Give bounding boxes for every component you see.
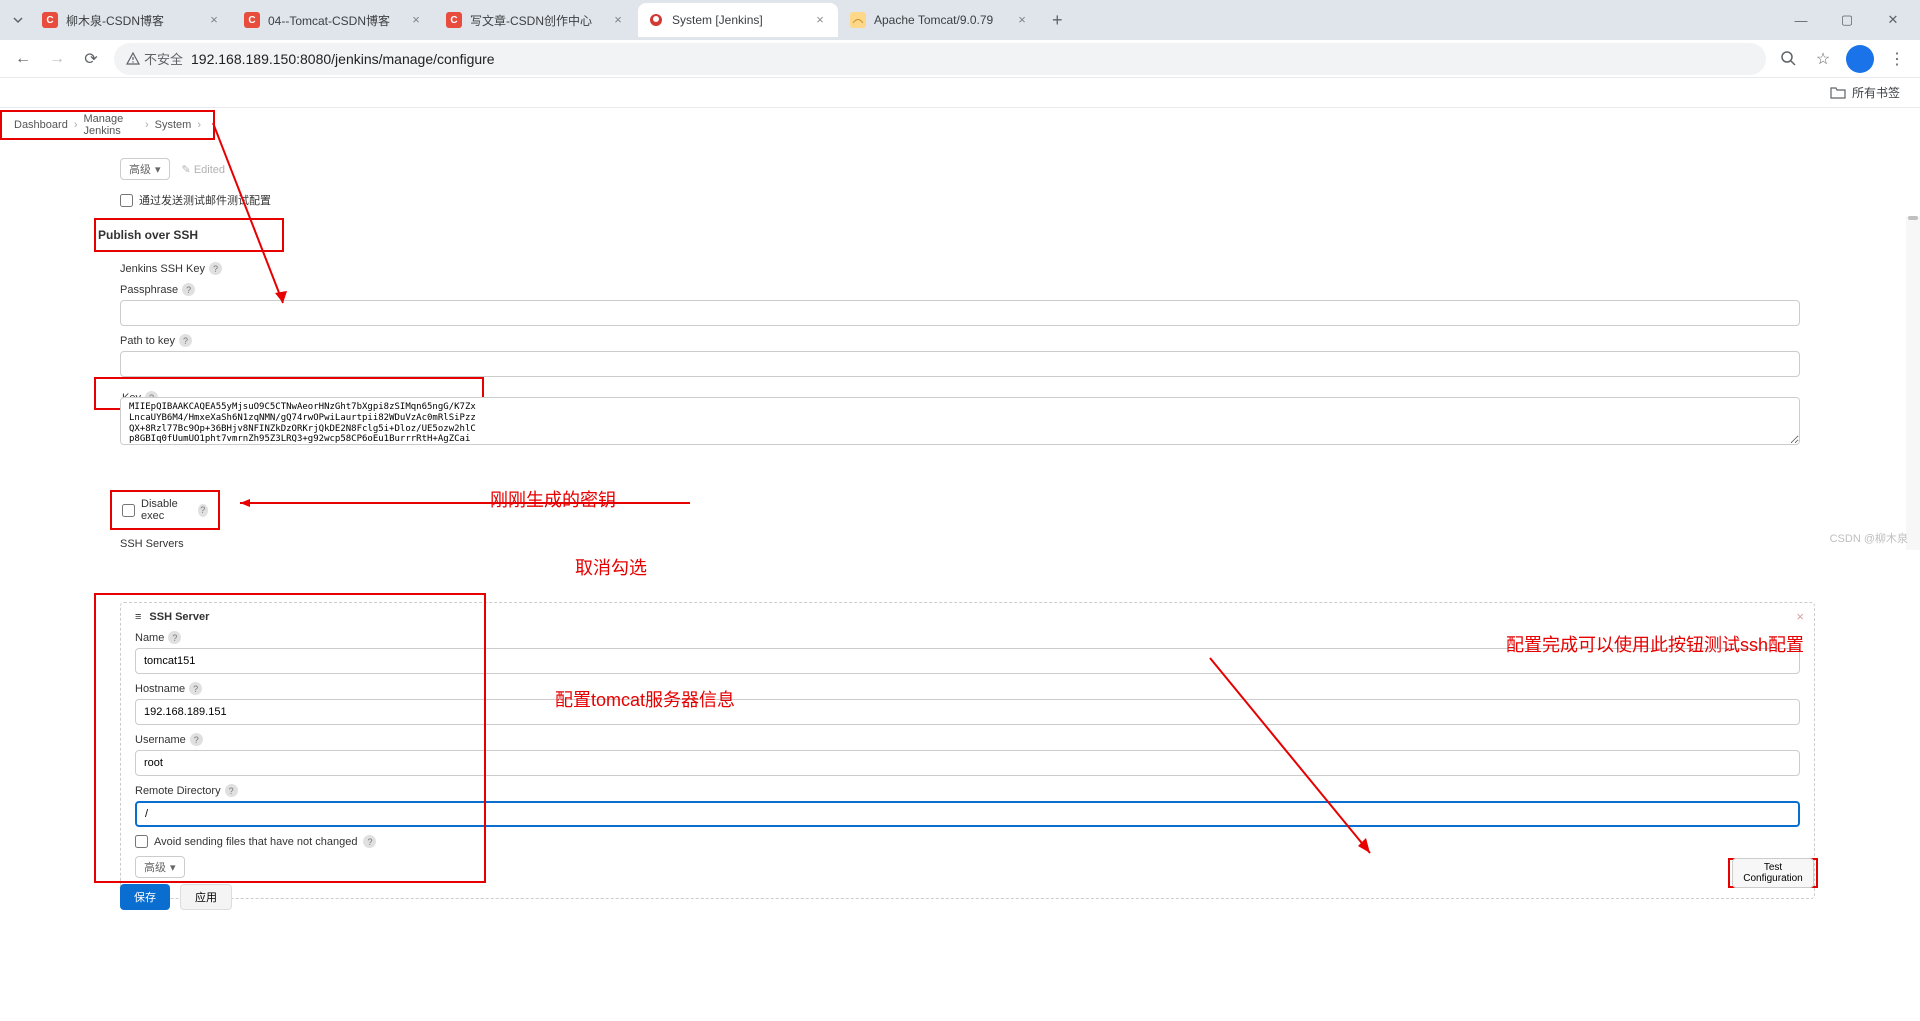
disable-exec-highlight: Disable exec ? [110,490,220,530]
bookmark-star-icon[interactable]: ☆ [1806,42,1840,76]
remove-server-icon[interactable]: × [1796,609,1804,624]
breadcrumb-dashboard[interactable]: Dashboard [14,119,68,131]
close-icon[interactable]: × [610,12,626,28]
disable-exec-label: Disable exec [141,498,192,522]
tab-title: 柳木泉-CSDN博客 [66,12,206,29]
reload-button[interactable]: ⟳ [74,42,108,76]
annotation-test-ssh: 配置完成可以使用此按钮测试ssh配置 [1506,631,1804,657]
annotation-cancel-check: 取消勾选 [575,554,647,580]
tab-title: 写文章-CSDN创作中心 [470,12,610,29]
hostname-input[interactable] [135,699,1800,725]
all-bookmarks-button[interactable]: 所有书签 [1830,84,1900,101]
forward-button[interactable]: → [40,42,74,76]
tab-title: Apache Tomcat/9.0.79 [874,13,1014,27]
address-bar: ← → ⟳ 不安全 192.168.189.150:8080/jenkins/m… [0,40,1920,78]
help-icon[interactable]: ? [190,733,203,746]
watermark: CSDN @柳木泉 [1830,530,1908,546]
annotation-tomcat-config: 配置tomcat服务器信息 [555,686,735,712]
breadcrumb-system[interactable]: System [155,119,192,131]
server-name-label: Name [135,632,164,644]
chevron-right-icon: › [197,119,201,131]
advanced-dropdown[interactable]: 高级 ▾ [120,158,170,180]
server-advanced-dropdown[interactable]: 高级 ▾ [135,856,185,878]
csdn-icon: C [244,12,260,28]
browser-menu-icon[interactable]: ⋮ [1880,42,1914,76]
minimize-button[interactable]: — [1778,3,1824,37]
help-icon[interactable]: ? [225,784,238,797]
tab-tomcat-blog[interactable]: C 04--Tomcat-CSDN博客 × [234,3,434,37]
back-button[interactable]: ← [6,42,40,76]
folder-icon [1830,85,1846,101]
tabs-dropdown-icon[interactable] [4,13,32,27]
tab-csdn-blog[interactable]: C 柳木泉-CSDN博客 × [32,3,232,37]
jenkins-ssh-key-label: Jenkins SSH Key ? [120,262,1800,275]
url-field[interactable]: 不安全 192.168.189.150:8080/jenkins/manage/… [114,43,1766,75]
csdn-icon: C [42,12,58,28]
disable-exec-checkbox[interactable] [122,504,135,517]
profile-avatar[interactable] [1846,45,1874,73]
tab-apache-tomcat[interactable]: Apache Tomcat/9.0.79 × [840,3,1040,37]
chevron-down-icon: ▾ [170,861,176,874]
new-tab-button[interactable]: + [1042,10,1073,31]
insecure-warning: 不安全 [126,49,183,68]
key-textarea[interactable] [120,397,1800,445]
chevron-down-icon: ▾ [155,163,161,176]
help-icon[interactable]: ? [179,334,192,347]
search-icon[interactable] [1772,42,1806,76]
close-icon[interactable]: × [206,12,222,28]
scrollbar[interactable] [1906,216,1920,550]
remote-directory-label: Remote Directory [135,785,221,797]
remote-directory-input[interactable] [135,801,1800,827]
username-label: Username [135,734,186,746]
help-icon[interactable]: ? [189,682,202,695]
close-icon[interactable]: × [1014,12,1030,28]
scrollbar-thumb[interactable] [1908,216,1918,220]
close-icon[interactable]: × [408,12,424,28]
close-icon[interactable]: × [812,12,828,28]
tomcat-icon [850,12,866,28]
tab-write-article[interactable]: C 写文章-CSDN创作中心 × [436,3,636,37]
help-icon[interactable]: ? [198,504,208,517]
ssh-server-heading: SSH Server [149,611,209,623]
path-to-key-input[interactable] [120,351,1800,377]
drag-handle-icon[interactable]: ≡ [135,611,141,623]
tab-jenkins-system[interactable]: System [Jenkins] × [638,3,838,37]
avoid-sending-checkbox[interactable] [135,835,148,848]
pencil-icon: ✎ [182,164,191,176]
csdn-icon: C [446,12,462,28]
browser-tab-bar: C 柳木泉-CSDN博客 × C 04--Tomcat-CSDN博客 × C 写… [0,0,1920,40]
apply-button[interactable]: 应用 [180,884,232,910]
breadcrumb: Dashboard › Manage Jenkins › System › [0,110,215,140]
username-input[interactable] [135,750,1800,776]
tab-title: 04--Tomcat-CSDN博客 [268,12,408,29]
help-icon[interactable]: ? [182,283,195,296]
test-config-highlight: Test Configuration [1728,858,1818,888]
bookmarks-bar: 所有书签 [0,78,1920,108]
avoid-sending-label: Avoid sending files that have not change… [154,836,357,848]
ssh-servers-label: SSH Servers [120,538,1800,550]
passphrase-input[interactable] [120,300,1800,326]
publish-over-ssh-header: Publish over SSH [94,218,284,252]
help-icon[interactable]: ? [168,631,181,644]
test-configuration-button[interactable]: Test Configuration [1732,858,1813,888]
tab-title: System [Jenkins] [672,13,812,27]
edited-label: ✎ Edited [182,163,225,176]
jenkins-icon [648,12,664,28]
test-email-label: 通过发送测试邮件测试配置 [139,192,271,208]
passphrase-label: Passphrase ? [120,283,1800,296]
chevron-right-icon: › [74,119,78,131]
test-email-checkbox[interactable] [120,194,133,207]
close-window-button[interactable]: ✕ [1870,3,1916,37]
annotation-arrow [230,498,690,508]
help-icon[interactable]: ? [209,262,222,275]
window-controls: — ▢ ✕ [1778,3,1916,37]
path-to-key-label: Path to key ? [120,334,1800,347]
maximize-button[interactable]: ▢ [1824,3,1870,37]
save-button[interactable]: 保存 [120,884,170,910]
chevron-right-icon: › [145,119,149,131]
breadcrumb-manage-jenkins[interactable]: Manage Jenkins [84,113,139,137]
hostname-label: Hostname [135,683,185,695]
url-text: 192.168.189.150:8080/jenkins/manage/conf… [191,51,495,67]
help-icon[interactable]: ? [363,835,376,848]
